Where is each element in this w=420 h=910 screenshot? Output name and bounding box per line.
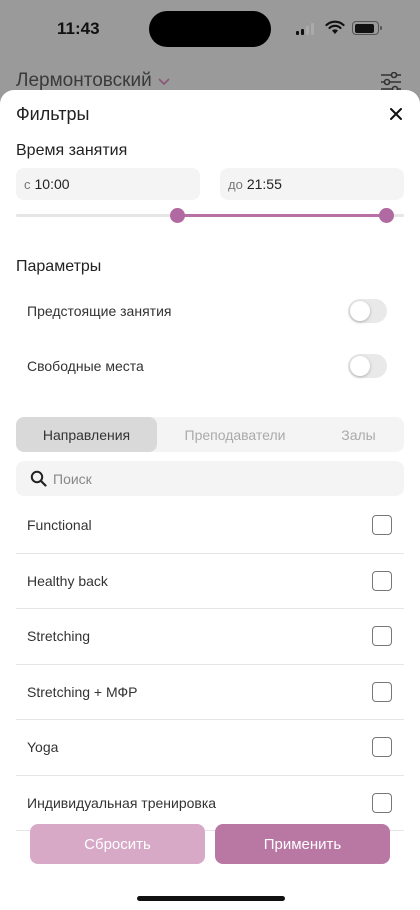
close-icon — [390, 108, 402, 120]
toggle-row-upcoming: Предстоящие занятия — [27, 298, 387, 324]
list-item-label: Индивидуальная тренировка — [27, 794, 217, 811]
apply-button[interactable]: Применить — [215, 824, 390, 864]
dynamic-island — [149, 11, 271, 47]
list-item-label: Stretching + МФР — [27, 683, 138, 700]
time-to-field[interactable]: до 21:55 — [220, 168, 404, 200]
time-from-field[interactable]: с 10:00 — [16, 168, 200, 200]
tab-directions[interactable]: Направления — [16, 417, 157, 452]
time-from-value: 10:00 — [34, 176, 70, 192]
search-input[interactable] — [53, 470, 373, 487]
filters-sheet: Фильтры Время занятия с 10:00 до 21:55 П… — [0, 90, 420, 910]
chevron-down-icon — [158, 73, 170, 89]
segmented-control: Направления Преподаватели Залы — [16, 417, 404, 452]
directions-list: Functional Healthy back Stretching Stret… — [16, 498, 404, 831]
params-section-title: Параметры — [16, 258, 102, 275]
toggle-label-upcoming: Предстоящие занятия — [27, 303, 172, 319]
sliders-icon[interactable] — [380, 72, 402, 92]
list-item-checkbox[interactable] — [372, 681, 392, 702]
wifi-icon — [325, 20, 345, 34]
list-item-label: Functional — [27, 517, 92, 534]
time-section-title: Время занятия — [16, 142, 128, 159]
tab-halls[interactable]: Залы — [313, 417, 404, 452]
location-selector[interactable]: Лермонтовский — [16, 70, 170, 92]
list-item[interactable]: Healthy back — [16, 554, 404, 609]
slider-range — [177, 214, 387, 217]
list-item[interactable]: Yoga — [16, 720, 404, 776]
tab-teachers[interactable]: Преподаватели — [157, 417, 313, 452]
search-icon — [30, 470, 47, 487]
home-indicator — [137, 896, 285, 901]
signal-icon — [296, 23, 316, 35]
toggle-row-free-seats: Свободные места — [27, 353, 387, 379]
status-bar: 11:43 — [0, 0, 420, 58]
list-item-checkbox[interactable] — [372, 792, 392, 813]
sheet-title: Фильтры — [16, 104, 90, 124]
slider-thumb-start[interactable] — [169, 208, 185, 223]
toggle-label-free-seats: Свободные места — [27, 358, 144, 374]
list-item-checkbox[interactable] — [372, 515, 392, 536]
location-label: Лермонтовский — [16, 70, 152, 91]
list-item-checkbox[interactable] — [372, 737, 392, 758]
battery-icon — [352, 21, 382, 35]
search-box — [16, 461, 404, 496]
list-item[interactable]: Stretching + МФР — [16, 665, 404, 720]
list-item-label: Yoga — [27, 739, 59, 756]
list-item-checkbox[interactable] — [372, 570, 392, 591]
list-item-label: Stretching — [27, 628, 91, 645]
list-item[interactable]: Индивидуальная тренировка — [16, 776, 404, 831]
slider-thumb-end[interactable] — [379, 208, 395, 223]
toggle-free-seats[interactable] — [348, 354, 387, 378]
list-item-checkbox[interactable] — [372, 626, 392, 647]
list-item-label: Healthy back — [27, 572, 108, 589]
close-button[interactable] — [385, 102, 407, 124]
time-from-prefix: с — [24, 176, 31, 192]
reset-button[interactable]: Сбросить — [30, 824, 205, 864]
list-item[interactable]: Stretching — [16, 609, 404, 665]
status-time: 11:43 — [57, 19, 100, 38]
time-to-value: 21:55 — [246, 176, 282, 192]
time-range-slider[interactable] — [16, 208, 404, 224]
list-item[interactable]: Functional — [16, 498, 404, 554]
toggle-upcoming[interactable] — [348, 299, 387, 323]
time-to-prefix: до — [228, 176, 243, 192]
